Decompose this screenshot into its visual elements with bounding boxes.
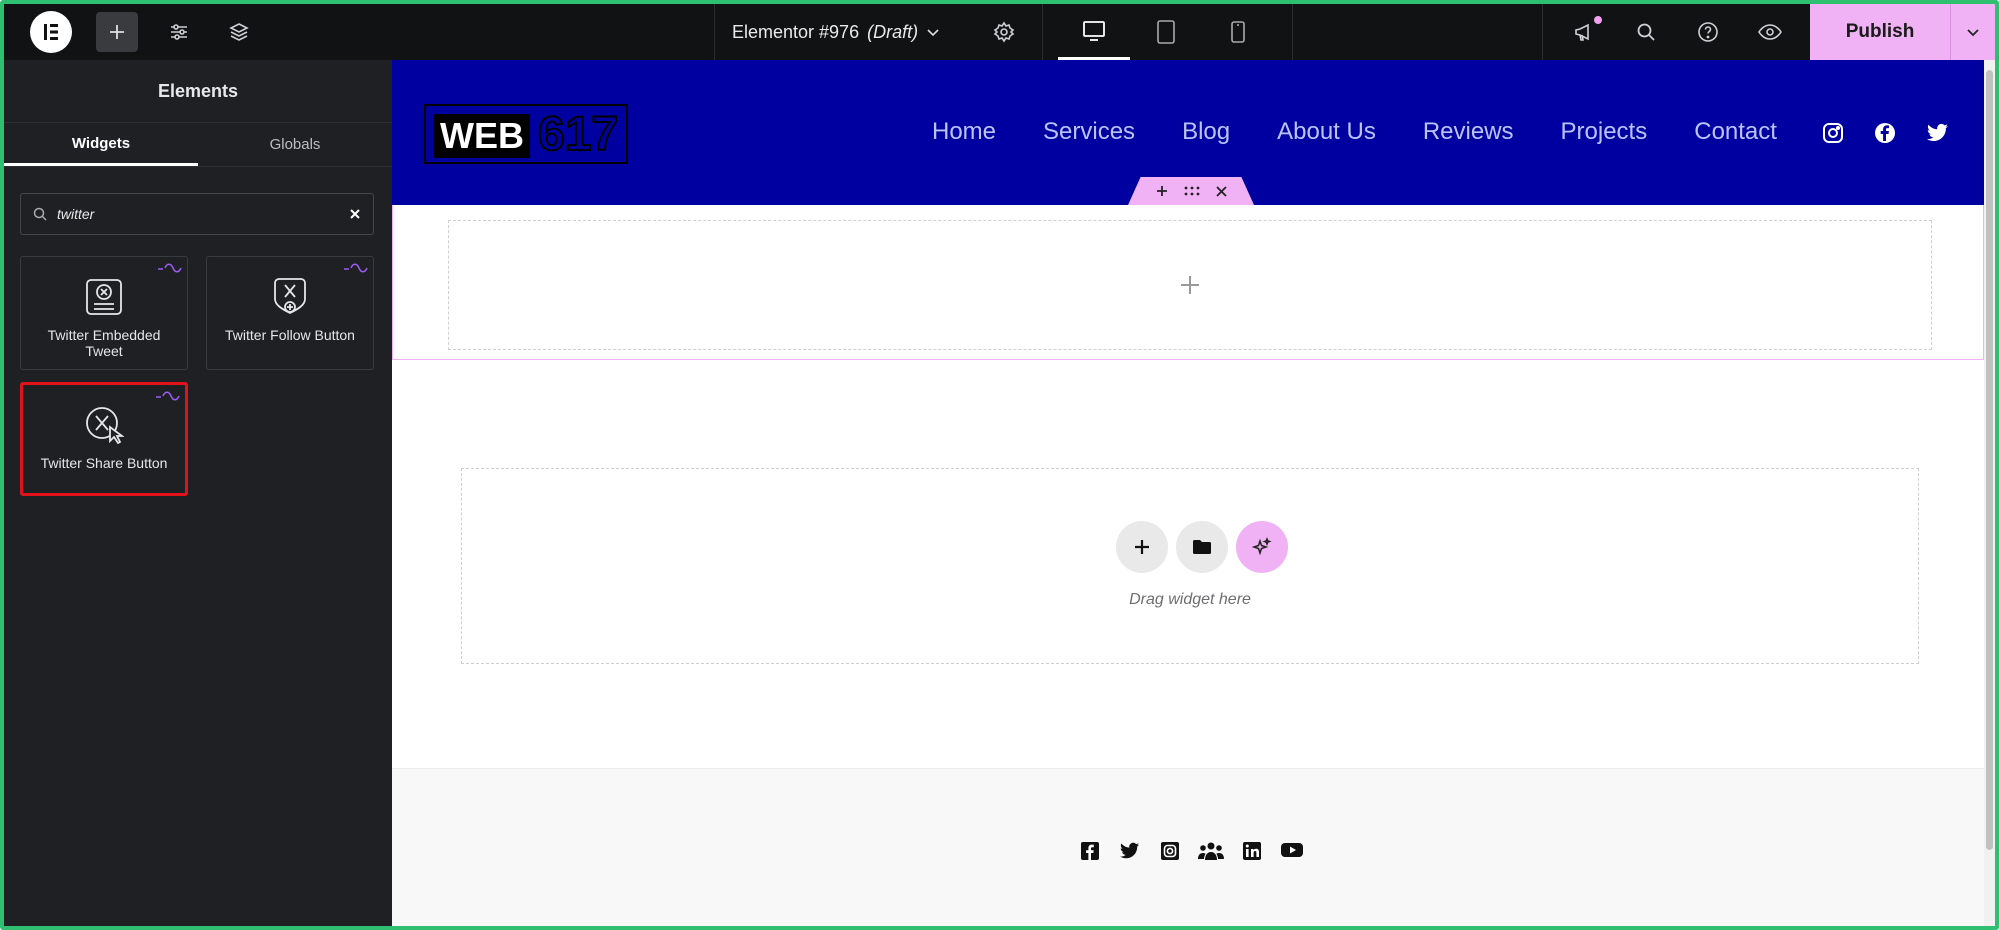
panel-tabs: Widgets Globals (4, 123, 392, 167)
tablet-view-icon[interactable] (1130, 4, 1202, 60)
scrollbar-thumb[interactable] (1986, 70, 1993, 850)
nav-about-us[interactable]: About Us (1277, 118, 1376, 146)
widget-label: Twitter Embedded Tweet (47, 327, 161, 359)
sparkle-icon (1252, 537, 1272, 556)
tweet-card-icon (85, 275, 123, 319)
youtube-icon[interactable] (1280, 841, 1304, 859)
empty-column[interactable] (448, 220, 1932, 350)
pro-badge-icon (157, 261, 183, 277)
instagram-icon[interactable] (1160, 841, 1180, 861)
app-frame: Elementor #976 (Draft) Publish Elements … (0, 0, 1999, 930)
drag-handle-icon[interactable] (1184, 186, 1200, 196)
document-name: Elementor #976 (732, 21, 860, 42)
mobile-view-icon[interactable] (1202, 4, 1274, 60)
tab-widgets[interactable]: Widgets (4, 123, 198, 166)
editor-canvas: WEB 617 Home Services Blog About Us Revi… (392, 60, 1995, 926)
publish-options-chevron-icon[interactable] (1950, 4, 1995, 60)
delete-section-icon[interactable] (1215, 185, 1227, 197)
facebook-icon[interactable] (1874, 122, 1896, 144)
footer-social-icons (1080, 841, 1304, 861)
site-footer[interactable] (392, 768, 1984, 926)
widget-twitter-embedded-tweet[interactable]: Twitter Embedded Tweet (20, 256, 188, 370)
ai-builder-button[interactable] (1236, 521, 1288, 573)
add-widget-plus-icon[interactable] (1180, 275, 1200, 295)
site-nav: Home Services Blog About Us Reviews Proj… (932, 118, 1777, 146)
group-icon[interactable] (1198, 841, 1224, 861)
folder-icon (1193, 540, 1211, 554)
pro-badge-icon (155, 389, 181, 405)
nav-contact[interactable]: Contact (1694, 118, 1777, 146)
logo-text: WEB (434, 114, 530, 158)
top-bar: Elementor #976 (Draft) Publish (4, 4, 1995, 60)
search-icon (33, 207, 47, 221)
widget-twitter-follow-button[interactable]: Twitter Follow Button (206, 256, 374, 370)
structure-layers-icon[interactable] (219, 12, 259, 52)
plus-icon (1135, 540, 1149, 554)
section-handle[interactable] (1128, 177, 1254, 205)
page-settings-gear-icon[interactable] (984, 12, 1024, 52)
document-status: (Draft) (867, 21, 919, 42)
widget-search-input[interactable] (57, 206, 339, 222)
facebook-icon[interactable] (1080, 841, 1100, 861)
elements-panel: Elements Widgets Globals Twitter Embedde… (4, 60, 392, 926)
x-follow-icon (271, 275, 309, 319)
site-logo[interactable]: WEB 617 (424, 104, 628, 164)
tab-globals[interactable]: Globals (198, 123, 392, 166)
elementor-logo-icon[interactable] (30, 11, 72, 53)
canvas-scrollbar[interactable] (1984, 60, 1995, 926)
add-section-icon[interactable] (1156, 185, 1168, 197)
publish-button[interactable]: Publish (1810, 4, 1950, 60)
twitter-icon[interactable] (1926, 122, 1950, 144)
widget-twitter-share-button[interactable]: Twitter Share Button (20, 382, 188, 496)
drop-zone[interactable]: Drag widget here (461, 468, 1919, 664)
x-share-icon (84, 403, 124, 447)
search-icon[interactable] (1626, 12, 1666, 52)
widget-label: Twitter Share Button (40, 455, 168, 471)
nav-projects[interactable]: Projects (1561, 118, 1648, 146)
add-element-button[interactable] (96, 12, 138, 52)
drop-zone-actions (1116, 521, 1288, 573)
preview-eye-icon[interactable] (1750, 12, 1790, 52)
help-icon[interactable] (1688, 12, 1728, 52)
chevron-down-icon (927, 29, 939, 37)
linkedin-icon[interactable] (1242, 841, 1262, 861)
add-template-button[interactable] (1176, 521, 1228, 573)
add-new-container-button[interactable] (1116, 521, 1168, 573)
nav-blog[interactable]: Blog (1182, 118, 1230, 146)
site-settings-sliders-icon[interactable] (159, 12, 199, 52)
desktop-view-icon[interactable] (1058, 4, 1130, 60)
widget-search (20, 193, 374, 235)
pro-badge-icon (343, 261, 369, 277)
nav-reviews[interactable]: Reviews (1423, 118, 1514, 146)
header-social-icons (1822, 122, 1950, 144)
clear-search-icon[interactable] (349, 208, 361, 220)
notification-dot (1594, 16, 1602, 24)
nav-home[interactable]: Home (932, 118, 996, 146)
instagram-icon[interactable] (1822, 122, 1844, 144)
logo-number: 617 (537, 107, 619, 162)
twitter-icon[interactable] (1118, 841, 1142, 861)
document-title[interactable]: Elementor #976 (Draft) (732, 4, 940, 60)
drag-widget-hint: Drag widget here (1129, 591, 1251, 608)
widget-label: Twitter Follow Button (225, 327, 355, 343)
panel-title: Elements (4, 60, 392, 123)
nav-services[interactable]: Services (1043, 118, 1135, 146)
